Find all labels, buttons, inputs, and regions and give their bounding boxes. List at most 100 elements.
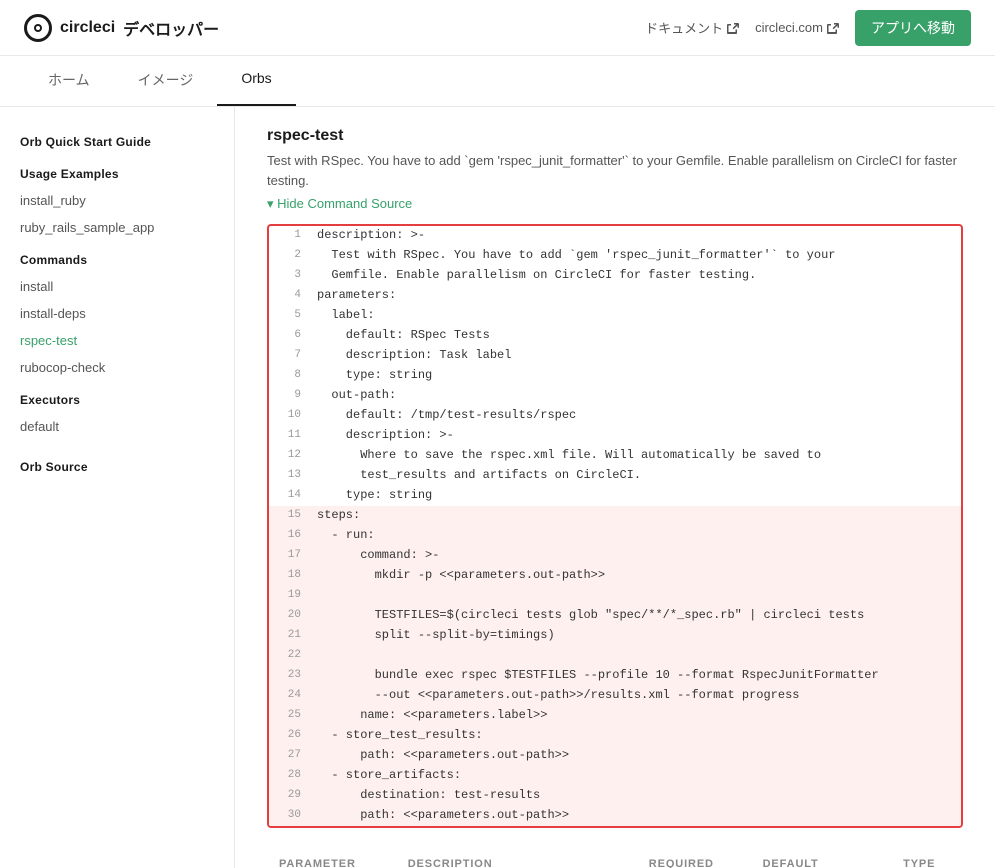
line-code: path: <<parameters.out-path>> — [309, 746, 577, 766]
table-row: 17 command: >- — [269, 546, 961, 566]
header: circleci デベロッパー ドキュメント circleci.com アプリへ… — [0, 0, 995, 56]
table-row: 24 --out <<parameters.out-path>>/results… — [269, 686, 961, 706]
sidebar-quick-start[interactable]: Orb Quick Start Guide — [0, 123, 234, 155]
line-code — [309, 646, 325, 666]
sidebar-executors-title: Executors — [0, 381, 234, 413]
line-code: out-path: — [309, 386, 404, 406]
line-code: parameters: — [309, 286, 404, 306]
line-number: 9 — [269, 386, 309, 406]
table-row: 4parameters: — [269, 286, 961, 306]
table-row: 28 - store_artifacts: — [269, 766, 961, 786]
line-number: 19 — [269, 586, 309, 606]
table-row: 2 Test with RSpec. You have to add `gem … — [269, 246, 961, 266]
sidebar: Orb Quick Start Guide Usage Examples ins… — [0, 107, 235, 868]
line-code: type: string — [309, 486, 440, 506]
line-code: command: >- — [309, 546, 447, 566]
line-number: 27 — [269, 746, 309, 766]
col-type: TYPE — [891, 848, 963, 868]
table-row: 1description: >- — [269, 226, 961, 246]
table-row: 15steps: — [269, 506, 961, 526]
table-row: 19 — [269, 586, 961, 606]
sidebar-item-rubocop-check[interactable]: rubocop-check — [0, 354, 234, 381]
tab-images[interactable]: イメージ — [114, 56, 218, 106]
line-code: mkdir -p <<parameters.out-path>> — [309, 566, 613, 586]
line-code: Where to save the rspec.xml file. Will a… — [309, 446, 829, 466]
logo-icon — [24, 14, 52, 42]
line-number: 13 — [269, 466, 309, 486]
col-required: REQUIRED — [637, 848, 751, 868]
table-row: 18 mkdir -p <<parameters.out-path>> — [269, 566, 961, 586]
logo-brand: circleci — [60, 19, 115, 37]
line-code: description: Task label — [309, 346, 519, 366]
table-row: 29 destination: test-results — [269, 786, 961, 806]
sidebar-item-install-deps[interactable]: install-deps — [0, 300, 234, 327]
sidebar-usage-examples-title: Usage Examples — [0, 155, 234, 187]
col-parameter: PARAMETER — [267, 848, 396, 868]
line-number: 23 — [269, 666, 309, 686]
line-number: 29 — [269, 786, 309, 806]
line-number: 12 — [269, 446, 309, 466]
header-left: circleci デベロッパー — [24, 14, 219, 42]
sidebar-commands-title: Commands — [0, 241, 234, 273]
line-number: 17 — [269, 546, 309, 566]
line-code: - store_test_results: — [309, 726, 491, 746]
nav-tabs: ホーム イメージ Orbs — [0, 56, 995, 107]
line-code: --out <<parameters.out-path>>/results.xm… — [309, 686, 807, 706]
sidebar-item-default[interactable]: default — [0, 413, 234, 440]
header-right: ドキュメント circleci.com アプリへ移動 — [645, 10, 971, 46]
line-number: 28 — [269, 766, 309, 786]
line-number: 6 — [269, 326, 309, 346]
line-code: description: >- — [309, 426, 462, 446]
line-code: description: >- — [309, 226, 433, 246]
table-row: 13 test_results and artifacts on CircleC… — [269, 466, 961, 486]
line-code: default: RSpec Tests — [309, 326, 498, 346]
code-block: 1description: >-2 Test with RSpec. You h… — [267, 224, 963, 828]
logo-subtitle: デベロッパー — [123, 16, 219, 40]
table-row: 7 description: Task label — [269, 346, 961, 366]
table-row: 11 description: >- — [269, 426, 961, 446]
line-number: 25 — [269, 706, 309, 726]
line-code: destination: test-results — [309, 786, 548, 806]
sidebar-item-install[interactable]: install — [0, 273, 234, 300]
site-link[interactable]: circleci.com — [755, 20, 839, 35]
table-row: 5 label: — [269, 306, 961, 326]
line-code — [309, 586, 325, 606]
line-number: 2 — [269, 246, 309, 266]
line-number: 24 — [269, 686, 309, 706]
table-row: 26 - store_test_results: — [269, 726, 961, 746]
line-code: - store_artifacts: — [309, 766, 469, 786]
line-code: Gemfile. Enable parallelism on CircleCI … — [309, 266, 764, 286]
table-row: 27 path: <<parameters.out-path>> — [269, 746, 961, 766]
sidebar-item-rspec-test[interactable]: rspec-test — [0, 327, 234, 354]
line-number: 4 — [269, 286, 309, 306]
col-description: DESCRIPTION — [396, 848, 637, 868]
docs-link[interactable]: ドキュメント — [645, 18, 739, 37]
sidebar-item-install-ruby[interactable]: install_ruby — [0, 187, 234, 214]
line-code: TESTFILES=$(circleci tests glob "spec/**… — [309, 606, 872, 626]
line-number: 10 — [269, 406, 309, 426]
sidebar-item-ruby-rails[interactable]: ruby_rails_sample_app — [0, 214, 234, 241]
table-row: 30 path: <<parameters.out-path>> — [269, 806, 961, 826]
app-button[interactable]: アプリへ移動 — [855, 10, 971, 46]
table-row: 10 default: /tmp/test-results/rspec — [269, 406, 961, 426]
line-code: path: <<parameters.out-path>> — [309, 806, 577, 826]
logo: circleci デベロッパー — [24, 14, 219, 42]
line-code: default: /tmp/test-results/rspec — [309, 406, 584, 426]
line-number: 16 — [269, 526, 309, 546]
line-number: 5 — [269, 306, 309, 326]
tab-home[interactable]: ホーム — [24, 56, 114, 106]
table-row: 6 default: RSpec Tests — [269, 326, 961, 346]
line-code: split --split-by=timings) — [309, 626, 563, 646]
layout: Orb Quick Start Guide Usage Examples ins… — [0, 107, 995, 868]
hide-source-link[interactable]: ▾ Hide Command Source — [267, 196, 963, 212]
sidebar-orb-source[interactable]: Orb Source — [0, 440, 234, 480]
table-row: 9 out-path: — [269, 386, 961, 406]
line-code: Test with RSpec. You have to add `gem 'r… — [309, 246, 843, 266]
table-row: 14 type: string — [269, 486, 961, 506]
table-row: 20 TESTFILES=$(circleci tests glob "spec… — [269, 606, 961, 626]
tab-orbs[interactable]: Orbs — [217, 56, 295, 106]
line-code: bundle exec rspec $TESTFILES --profile 1… — [309, 666, 887, 686]
line-number: 18 — [269, 566, 309, 586]
table-row: 21 split --split-by=timings) — [269, 626, 961, 646]
line-number: 20 — [269, 606, 309, 626]
